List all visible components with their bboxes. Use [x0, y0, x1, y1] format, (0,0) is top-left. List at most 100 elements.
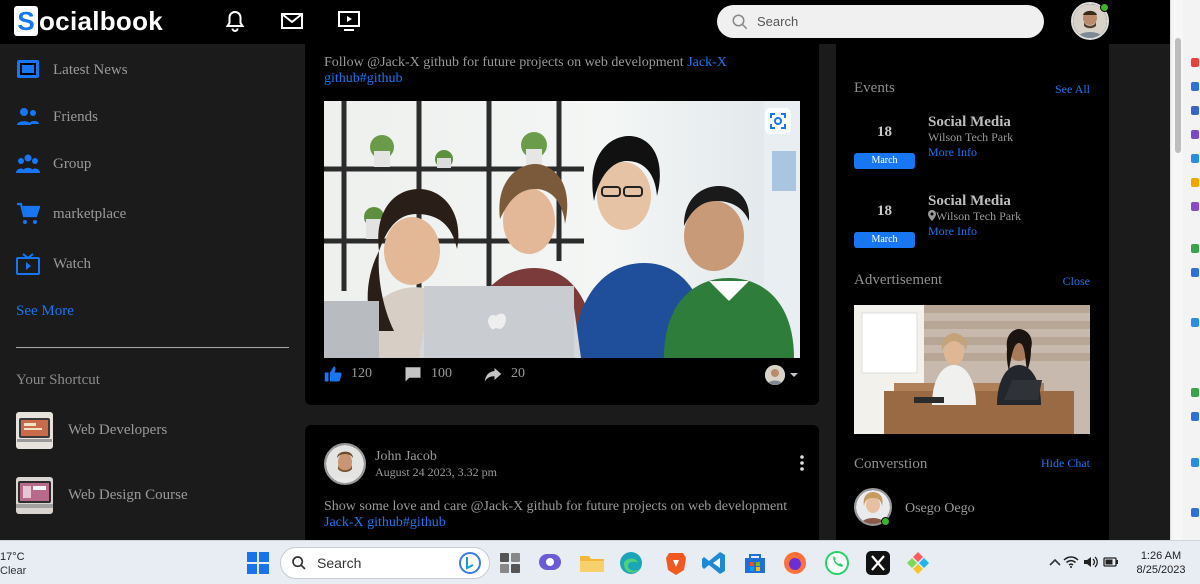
- scrollbar-thumb[interactable]: [1175, 38, 1181, 153]
- microsoft-store-icon[interactable]: [742, 550, 768, 576]
- post-date: August 24 2023, 3.32 pm: [375, 465, 498, 479]
- extension-teal-icon[interactable]: [1191, 318, 1199, 327]
- vscode-icon[interactable]: [701, 550, 727, 576]
- video-icon[interactable]: [336, 9, 362, 33]
- extension-azure-icon[interactable]: [1191, 508, 1199, 517]
- edge-browser-icon[interactable]: [618, 550, 644, 576]
- firefox-icon[interactable]: [782, 550, 808, 576]
- group-icon: [16, 154, 40, 173]
- post-image[interactable]: [324, 101, 800, 358]
- search-bar[interactable]: [717, 5, 1044, 38]
- extension-sky-icon[interactable]: [1191, 154, 1199, 163]
- post-hashtag-link[interactable]: github#github: [324, 71, 403, 86]
- windows-start-icon[interactable]: [245, 550, 271, 576]
- event-place: Wilson Tech Park: [928, 209, 1021, 224]
- taskbar-search-label: Search: [317, 555, 362, 571]
- visual-search-icon: [770, 113, 786, 129]
- whatsapp-icon[interactable]: [824, 550, 850, 576]
- post-card: Follow @Jack-X github for future project…: [305, 44, 819, 405]
- shortcut-label: Web Design Course: [68, 487, 188, 503]
- advertisement-image[interactable]: [854, 305, 1090, 434]
- comment-icon: [405, 367, 421, 382]
- event-day: 18: [877, 124, 892, 140]
- teams-chat-icon[interactable]: [537, 550, 563, 576]
- sidebar-item-marketplace[interactable]: marketplace: [16, 202, 126, 226]
- chevron-up-icon[interactable]: [1047, 555, 1063, 569]
- see-all-events-link[interactable]: See All: [1055, 82, 1090, 97]
- search-icon: [732, 14, 748, 29]
- sidebar-item-label: Friends: [53, 108, 98, 125]
- battery-icon[interactable]: [1103, 555, 1119, 569]
- more-options-icon[interactable]: [799, 455, 805, 471]
- see-more-link[interactable]: See More: [16, 303, 74, 320]
- post-link[interactable]: Jack-X: [687, 55, 727, 70]
- shopping-cart-icon: [17, 202, 40, 224]
- socialbook-logo[interactable]: S ocialbook: [14, 6, 163, 36]
- shortcut-web-design-course[interactable]: Web Design Course: [16, 477, 188, 514]
- x-app-icon[interactable]: [865, 550, 891, 576]
- logo-text: ocialbook: [39, 5, 164, 36]
- extension-green-icon[interactable]: [1191, 244, 1199, 253]
- event-title: Social Media: [928, 114, 1011, 130]
- extension-navy-icon[interactable]: [1191, 268, 1199, 277]
- comment-count: 100: [431, 366, 452, 381]
- weather-widget[interactable]: 17°C Clear: [0, 550, 26, 578]
- sidebar-item-latest-news[interactable]: Latest News: [16, 58, 128, 82]
- sidebar-item-watch[interactable]: Watch: [16, 252, 91, 276]
- extension-lime-icon[interactable]: [1191, 388, 1199, 397]
- bing-chat-icon[interactable]: [459, 552, 481, 574]
- event-card[interactable]: 18 March Social Media Wilson Tech Park M…: [854, 114, 1094, 176]
- event-more-info-link[interactable]: More Info: [928, 145, 977, 160]
- inbox-mail-icon[interactable]: [279, 9, 305, 33]
- author-avatar[interactable]: [324, 443, 366, 485]
- post-audience-selector[interactable]: [765, 365, 800, 385]
- event-month: March: [854, 153, 915, 169]
- post-hashtag-link[interactable]: Jack-X github#github: [324, 515, 446, 530]
- task-view-icon[interactable]: [497, 550, 523, 576]
- visual-search-button[interactable]: [765, 108, 791, 134]
- event-more-info-link[interactable]: More Info: [928, 224, 977, 239]
- like-button[interactable]: 120: [324, 365, 372, 383]
- extension-red-icon[interactable]: [1191, 58, 1199, 67]
- system-clock[interactable]: 1:26 AM 8/25/2023: [1130, 549, 1192, 577]
- chat-user-name[interactable]: Osego Oego: [905, 501, 975, 517]
- brave-browser-icon[interactable]: [663, 550, 689, 576]
- extension-yellow-icon[interactable]: [1191, 178, 1199, 187]
- shortcut-web-developers[interactable]: Web Developers: [16, 412, 167, 449]
- search-input[interactable]: [757, 14, 1017, 29]
- wifi-icon[interactable]: [1063, 555, 1079, 569]
- clock-time: 1:26 AM: [1140, 550, 1182, 562]
- event-month: March: [854, 232, 915, 248]
- extension-blue-icon[interactable]: [1191, 82, 1199, 91]
- event-title: Social Media: [928, 193, 1011, 209]
- extension-cobalt-icon[interactable]: [1191, 412, 1199, 421]
- sidebar-item-friends[interactable]: Friends: [16, 105, 98, 129]
- post-actions-bar: 120 100 20: [324, 365, 800, 387]
- author-name[interactable]: John Jacob: [375, 449, 437, 465]
- app-launcher-icon[interactable]: [905, 550, 931, 576]
- sidebar-item-group[interactable]: Group: [16, 152, 91, 176]
- comment-button[interactable]: 100: [404, 365, 452, 383]
- logo-letter: S: [17, 6, 35, 36]
- extension-violet-icon[interactable]: [1191, 202, 1199, 211]
- browser-side-strip: [1170, 0, 1200, 540]
- extension-cyan-icon[interactable]: [1191, 458, 1199, 467]
- volume-icon[interactable]: [1083, 555, 1099, 569]
- news-icon: [17, 60, 39, 78]
- shortcut-thumbnail: [16, 477, 53, 514]
- post-text: Follow @Jack-X github for future project…: [324, 55, 794, 87]
- hide-chat-link[interactable]: Hide Chat: [1041, 456, 1090, 471]
- extension-purple-icon[interactable]: [1191, 130, 1199, 139]
- taskbar-search[interactable]: Search: [280, 547, 490, 579]
- page-scrollbar[interactable]: [1173, 0, 1183, 540]
- shortcut-thumbnail: [16, 412, 53, 449]
- advertisement-heading: Advertisement: [854, 272, 943, 288]
- event-card[interactable]: 18 March Social Media Wilson Tech Park M…: [854, 193, 1094, 255]
- file-explorer-icon[interactable]: [579, 550, 605, 576]
- extension-indigo-icon[interactable]: [1191, 106, 1199, 115]
- share-button[interactable]: 20: [484, 365, 525, 383]
- share-count: 20: [511, 366, 525, 381]
- windows-taskbar: 17°C Clear Search 1:26 AM 8/25/2023: [0, 540, 1200, 584]
- close-ad-link[interactable]: Close: [1063, 274, 1090, 289]
- notification-bell-icon[interactable]: [222, 9, 248, 33]
